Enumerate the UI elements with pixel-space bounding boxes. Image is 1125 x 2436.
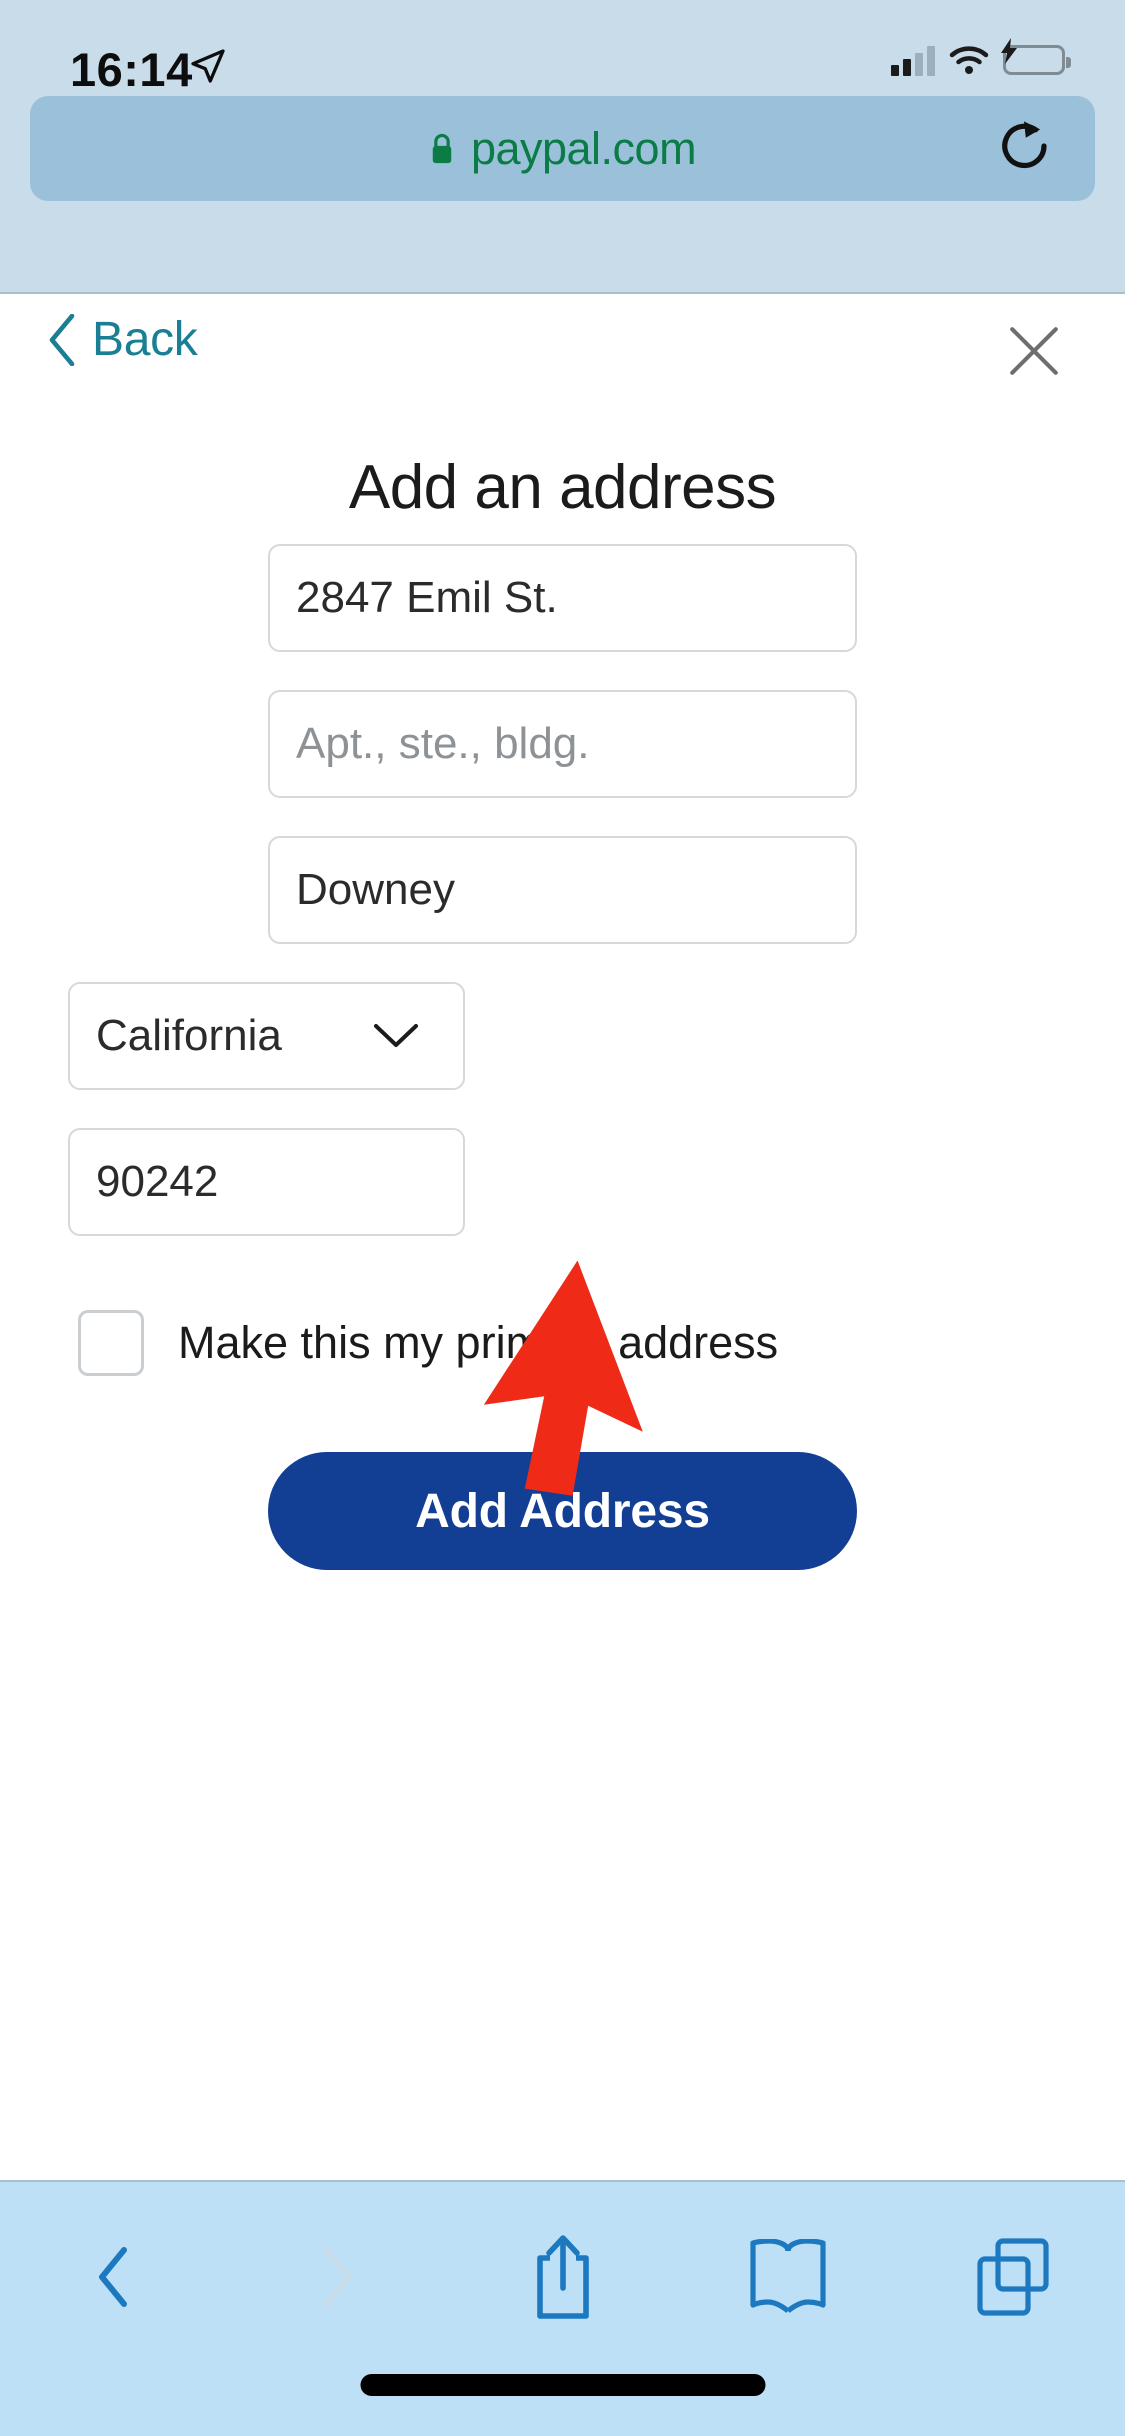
chevron-right-icon [323,2247,352,2307]
battery-charging-icon [1001,38,1071,75]
primary-address-row[interactable]: Make this my primary address [78,1310,1125,1376]
tabs-icon [976,2238,1049,2316]
page-title: Add an address [348,453,777,522]
status-bar-clock: 16:14 [70,43,193,96]
back-link[interactable]: Back [48,312,198,367]
city-value: Downey [296,865,455,914]
bolt-icon [1001,38,1017,64]
street-address-input[interactable]: 2847 Emil St. [268,544,857,652]
chevron-down-icon [374,1024,418,1047]
web-page-content: Back Add an address 2847 Emil St. Apt., … [0,294,1125,2180]
page-top-nav: Back [0,294,1125,414]
nav-forward-button[interactable] [225,2222,450,2332]
status-bar-indicators [891,38,1071,76]
close-icon[interactable] [1005,322,1063,380]
apartment-placeholder: Apt., ste., bldg. [296,719,590,768]
wifi-icon [949,46,989,74]
url-text: paypal.com [470,122,697,174]
safari-bottom-toolbar [0,2180,1125,2436]
book-icon [749,2239,826,2313]
city-input[interactable]: Downey [268,836,857,944]
back-link-label: Back [92,313,198,366]
share-button[interactable] [450,2222,675,2332]
location-arrow-icon [191,49,225,83]
street-address-value: 2847 Emil St. [296,573,558,622]
zip-value: 90242 [96,1157,219,1206]
tabs-button[interactable] [900,2222,1125,2332]
zip-input[interactable]: 90242 [68,1128,465,1236]
share-icon [536,2235,589,2319]
apartment-input[interactable]: Apt., ste., bldg. [268,690,857,798]
address-form: 2847 Emil St. Apt., ste., bldg. Downey C… [0,544,1125,1570]
primary-address-label: Make this my primary address [178,1317,779,1368]
nav-back-button[interactable] [0,2222,225,2332]
browser-chrome: paypal.com [0,96,1125,293]
lock-icon [432,133,452,163]
reload-icon[interactable] [997,119,1053,179]
home-indicator [360,2374,765,2396]
add-address-button[interactable]: Add Address [268,1452,857,1570]
chevron-left-icon [98,2247,127,2307]
chevron-left-icon [49,313,75,366]
cellular-signal-icon [891,44,935,76]
address-bar[interactable]: paypal.com [30,96,1095,201]
primary-address-checkbox[interactable] [78,1310,144,1376]
bookmarks-button[interactable] [675,2222,900,2332]
state-value: California [96,1011,282,1060]
state-select[interactable]: California [68,982,465,1090]
